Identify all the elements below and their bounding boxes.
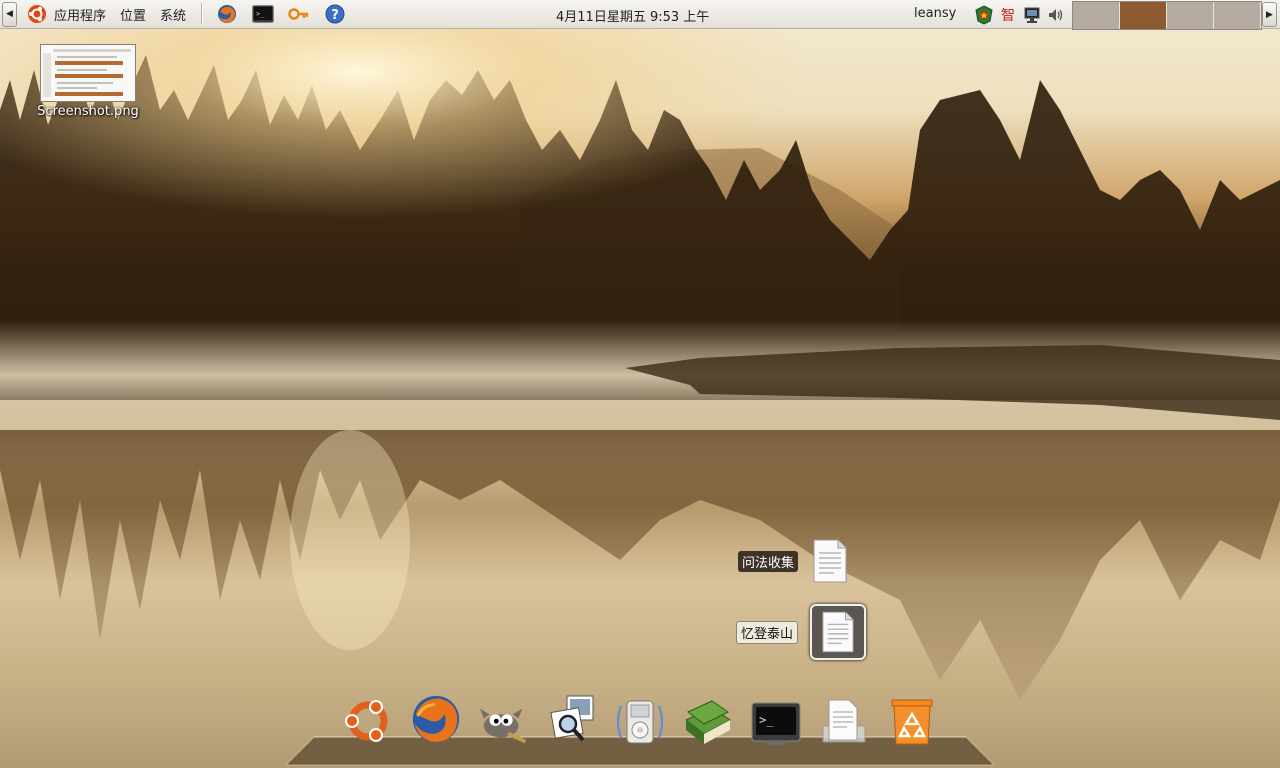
desktop-icon-label: Screenshot.png	[37, 104, 139, 119]
image-file-icon	[40, 44, 136, 102]
stack-item-label: 忆登泰山	[736, 620, 799, 644]
workspace-4[interactable]	[1214, 2, 1261, 29]
stack-item-label: 问法收集	[738, 550, 799, 572]
network-keys-launcher[interactable]	[288, 3, 310, 25]
dock-item-gimp[interactable]	[478, 690, 530, 746]
desktop-icon-screenshot[interactable]: Screenshot.png	[36, 44, 140, 119]
network-keys-icon	[288, 8, 309, 20]
stack-item-wenfa[interactable]: 问法收集	[738, 538, 850, 584]
dock: >_	[334, 690, 946, 746]
panel-hide-right-button[interactable]: ▶	[1262, 2, 1277, 27]
input-method-icon: 智	[1001, 8, 1015, 24]
stack-item-dengtaishan[interactable]: 忆登泰山	[736, 604, 867, 660]
svg-text:>_: >_	[256, 10, 265, 18]
antivirus-tray-item[interactable]	[974, 4, 994, 26]
desktop-wallpaper	[0, 0, 1280, 768]
system-tray: 智	[972, 3, 1068, 26]
volume-tray-item[interactable]	[1046, 4, 1066, 26]
system-menu[interactable]: 系统	[153, 5, 193, 24]
firefox-icon	[218, 5, 237, 23]
ubuntu-logo-icon	[345, 700, 388, 742]
text-document-icon	[810, 538, 850, 584]
books-icon	[685, 700, 731, 744]
applications-menu[interactable]: 应用程序	[47, 5, 113, 24]
top-panel: ◀ 应用程序 位置 系统 >_ ? 4月11日星期五 9:53 上午 leans…	[0, 0, 1280, 30]
panel-hide-left-button[interactable]: ◀	[2, 1, 17, 27]
dock-item-music-player[interactable]	[614, 690, 666, 746]
gimp-icon	[479, 708, 527, 744]
trash-icon	[891, 699, 933, 745]
network-tray-item[interactable]	[1022, 4, 1042, 26]
workspace-2-active[interactable]	[1120, 2, 1167, 29]
input-method-tray-item[interactable]: 智	[998, 4, 1018, 26]
dock-item-documents[interactable]	[818, 690, 870, 746]
dock-item-books[interactable]	[682, 690, 734, 746]
main-menu-bar: 应用程序 位置 系统	[19, 0, 193, 28]
dock-item-trash[interactable]	[886, 690, 938, 746]
svg-text:智: 智	[1001, 8, 1015, 24]
terminal-icon: >_	[252, 5, 275, 23]
firefox-icon	[412, 695, 460, 743]
help-icon: ?	[325, 4, 345, 24]
svg-text:>_: >_	[759, 713, 774, 727]
workspace-3[interactable]	[1167, 2, 1214, 29]
workspace-switcher	[1072, 1, 1262, 30]
dock-item-image-viewer[interactable]	[546, 690, 598, 746]
panel-separator	[201, 3, 204, 25]
svg-text:?: ?	[331, 8, 339, 23]
dock-item-ubuntu[interactable]	[342, 690, 394, 746]
clock[interactable]: 4月11日星期五 9:53 上午	[556, 6, 709, 25]
ubuntu-logo-icon[interactable]	[27, 4, 47, 24]
dock-item-terminal[interactable]: >_	[750, 690, 802, 746]
terminal-launcher[interactable]: >_	[252, 3, 275, 25]
documents-icon	[822, 699, 866, 743]
music-player-icon	[617, 700, 663, 744]
workspace-1[interactable]	[1073, 2, 1120, 29]
text-document-icon	[810, 604, 867, 660]
terminal-icon: >_	[751, 702, 801, 745]
network-monitor-icon	[1024, 7, 1040, 23]
user-switcher[interactable]: leansy	[914, 6, 956, 21]
antivirus-icon	[975, 4, 993, 25]
image-viewer-icon	[550, 695, 594, 742]
dock-item-firefox[interactable]	[410, 690, 462, 746]
help-launcher[interactable]: ?	[324, 3, 346, 25]
places-menu[interactable]: 位置	[113, 5, 153, 24]
firefox-launcher[interactable]	[216, 3, 238, 25]
volume-icon	[1049, 8, 1063, 21]
